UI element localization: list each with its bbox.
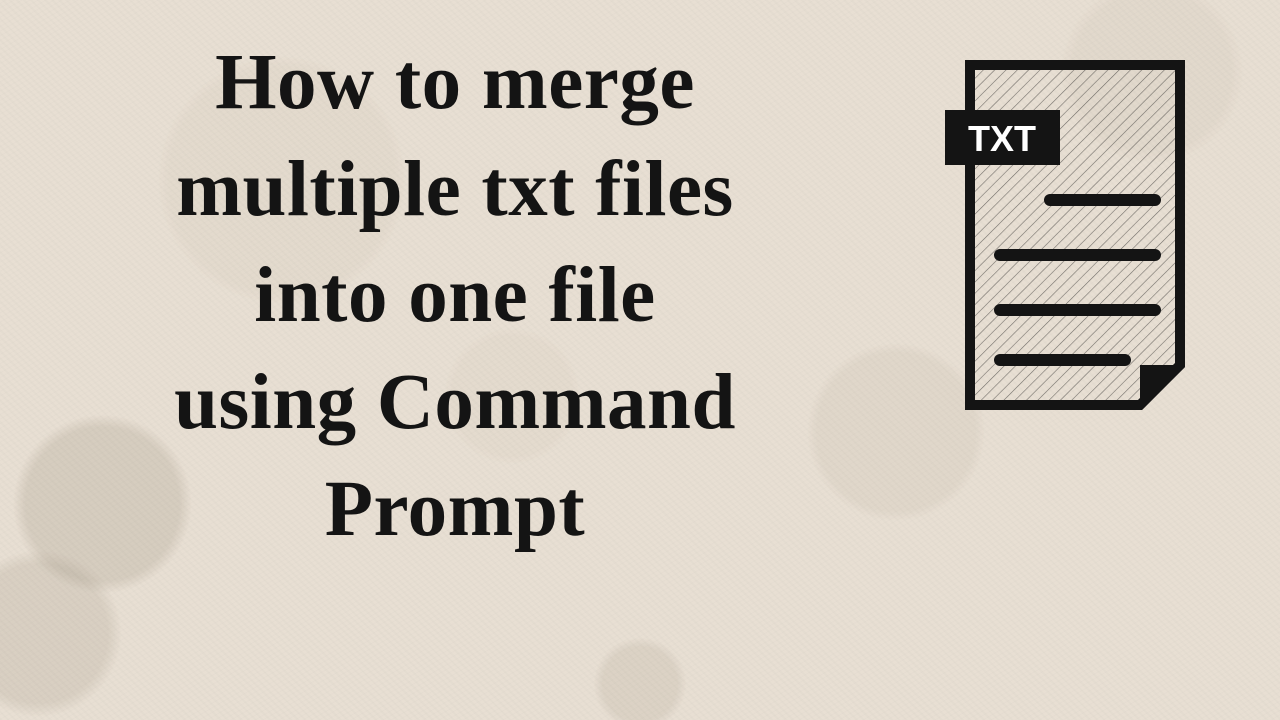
title-line-3: into one file bbox=[65, 243, 845, 350]
txt-badge-text: TXT bbox=[968, 118, 1036, 159]
txt-file-icon: TXT bbox=[930, 55, 1210, 415]
slide-content: How to merge multiple txt files into one… bbox=[0, 0, 1280, 720]
slide-title: How to merge multiple txt files into one… bbox=[65, 30, 845, 563]
title-line-1: How to merge bbox=[65, 30, 845, 137]
title-line-5: Prompt bbox=[65, 457, 845, 564]
title-line-4: using Command bbox=[65, 350, 845, 457]
title-line-2: multiple txt files bbox=[65, 137, 845, 244]
